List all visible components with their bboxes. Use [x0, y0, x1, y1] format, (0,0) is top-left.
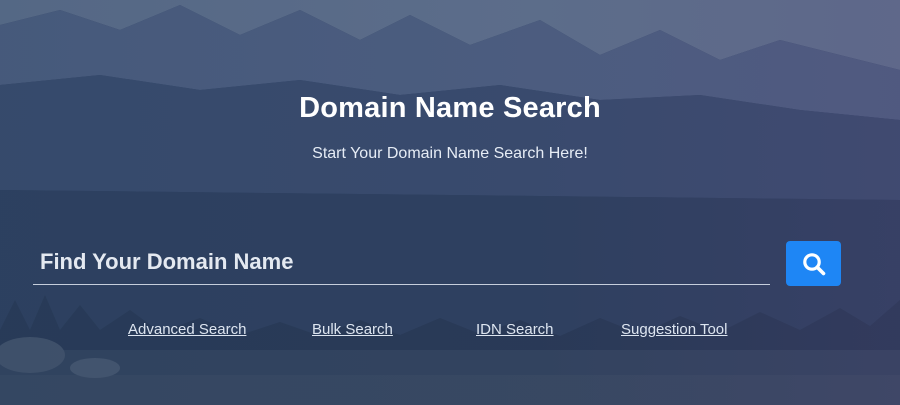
page-title: Domain Name Search: [299, 92, 601, 124]
bulk-search-link[interactable]: Bulk Search: [312, 321, 393, 338]
advanced-search-link[interactable]: Advanced Search: [128, 321, 246, 338]
suggestion-tool-link[interactable]: Suggestion Tool: [621, 321, 727, 338]
search-options-links: Advanced Search Bulk Search IDN Search S…: [0, 321, 900, 341]
background-overlay: [0, 0, 900, 405]
domain-search-input[interactable]: [33, 242, 770, 282]
idn-search-link[interactable]: IDN Search: [476, 321, 554, 338]
search-icon: [802, 252, 825, 275]
search-button[interactable]: [786, 241, 841, 286]
hero-banner: Domain Name Search Start Your Domain Nam…: [0, 0, 900, 405]
page-subtitle: Start Your Domain Name Search Here!: [312, 145, 588, 162]
domain-search-field-wrapper: [33, 242, 770, 285]
